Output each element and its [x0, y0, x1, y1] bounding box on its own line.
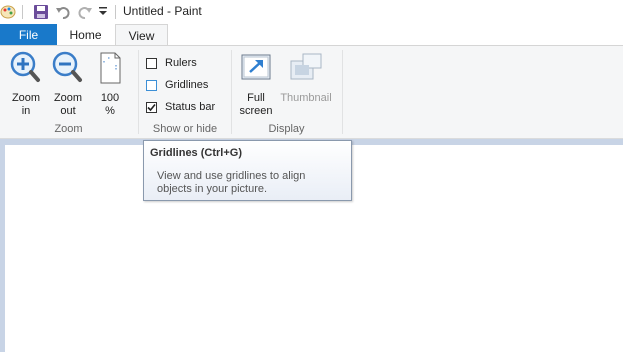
- undo-icon[interactable]: [55, 4, 71, 23]
- gridlines-label: Gridlines: [165, 79, 209, 91]
- zoom-100-label: 100 %: [100, 92, 120, 117]
- tab-file[interactable]: File: [0, 24, 57, 46]
- group-label-show-or-hide: Show or hide: [152, 123, 218, 135]
- group-divider: [138, 50, 139, 134]
- zoom-in-label: Zoom in: [11, 92, 41, 117]
- group-divider: [342, 50, 343, 134]
- customize-dropdown-icon[interactable]: [99, 6, 107, 19]
- thumbnail-button[interactable]: Thumbnail: [277, 50, 335, 105]
- ribbon-panel: Zoom in Zoom out 100 % Zoom Rulers Gridl…: [0, 45, 623, 139]
- gridlines-checkbox-box[interactable]: [146, 79, 157, 91]
- zoom-in-icon: [8, 50, 44, 90]
- zoom-out-label: Zoom out: [53, 92, 83, 117]
- rulers-label: Rulers: [165, 57, 197, 69]
- status-bar-label: Status bar: [165, 101, 216, 113]
- separator: [115, 5, 116, 19]
- zoom-in-button[interactable]: Zoom in: [8, 50, 44, 118]
- thumbnail-icon: [277, 50, 335, 90]
- title-bar: Untitled - Paint: [0, 0, 623, 24]
- redo-icon[interactable]: [77, 4, 93, 23]
- full-screen-icon: [237, 50, 275, 90]
- zoom-out-icon: [50, 50, 86, 90]
- separator: [22, 5, 23, 19]
- group-label-zoom: Zoom: [54, 123, 83, 135]
- gridlines-checkbox[interactable]: Gridlines: [146, 76, 208, 94]
- status-bar-checkbox-box[interactable]: [146, 101, 157, 113]
- zoom-out-button[interactable]: Zoom out: [50, 50, 86, 118]
- zoom-100-button[interactable]: 100 %: [93, 50, 127, 118]
- group-label-display: Display: [268, 123, 305, 135]
- zoom-100-icon: [93, 50, 127, 90]
- rulers-checkbox[interactable]: Rulers: [146, 54, 197, 72]
- thumbnail-label: Thumbnail: [280, 92, 332, 104]
- status-bar-checkbox[interactable]: Status bar: [146, 98, 215, 116]
- window-title: Untitled - Paint: [123, 4, 202, 18]
- tab-view[interactable]: View: [115, 24, 168, 46]
- group-divider: [231, 50, 232, 134]
- ribbon-tabs: File Home View: [0, 24, 623, 46]
- save-icon[interactable]: [33, 4, 49, 23]
- paint-app-icon[interactable]: [0, 4, 16, 23]
- checkmark-icon: [147, 103, 156, 111]
- tooltip-body: View and use gridlines to align objects …: [157, 170, 306, 195]
- rulers-checkbox-box[interactable]: [146, 57, 157, 69]
- tooltip-title: Gridlines (Ctrl+G): [150, 147, 242, 159]
- tab-home[interactable]: Home: [57, 24, 114, 46]
- full-screen-button[interactable]: Full screen: [237, 50, 275, 118]
- full-screen-label: Full screen: [239, 92, 273, 117]
- gridlines-tooltip: Gridlines (Ctrl+G) View and use gridline…: [143, 140, 352, 201]
